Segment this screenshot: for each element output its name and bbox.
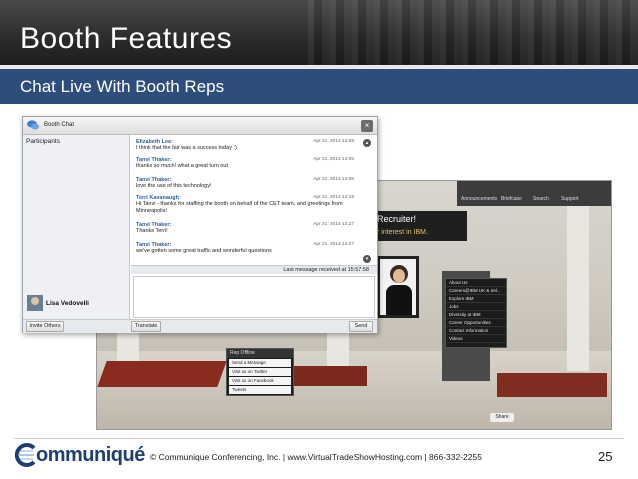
menu-item[interactable]: Jobs (446, 303, 506, 311)
participant-name[interactable]: Lisa Vedovelli (46, 300, 89, 307)
share-button[interactable]: Share (490, 413, 514, 422)
banner-line1: Recruiter! (377, 214, 417, 224)
message-text: Thanks Terri! (136, 228, 168, 234)
toolbar-announcements[interactable]: Announcements (461, 196, 497, 202)
message-text: love the use of this technology! (136, 183, 212, 189)
page-number: 25 (598, 449, 613, 464)
booth-rep-screen[interactable] (377, 256, 419, 318)
booth-menu: About Us Careers@IBM UK & Irel... Explor… (445, 278, 507, 348)
menu-item[interactable]: Career Opportunities (446, 319, 506, 327)
toolbar-support[interactable]: Support (561, 196, 579, 202)
menu-item[interactable]: Contact Information (446, 327, 506, 335)
participants-panel: Participants Lisa Vedovelli (23, 135, 130, 333)
chat-message: Elizabeth Lee: Apr 21, 2014 13:58 I thin… (136, 139, 354, 152)
message-text: Minneapolis! (136, 208, 167, 214)
rep-body (386, 285, 412, 315)
menu-item[interactable]: About Us (446, 279, 506, 287)
menu-item[interactable]: Videos (446, 335, 506, 343)
slide-subtitle: Chat Live With Booth Reps (20, 77, 225, 96)
menu-item[interactable]: Diversity at IBM (446, 311, 506, 319)
message-time: Apr 21, 2014 14:06 (313, 177, 354, 182)
message-time: Apr 21, 2014 14:06 (313, 157, 354, 162)
message-time: Apr 21, 2014 14:19 (313, 195, 354, 200)
chat-message: Terri Kavanaugh: Apr 21, 2014 14:19 Hi T… (136, 195, 354, 215)
booth-toolbar: Announcements Briefcase Search Support (457, 181, 611, 206)
send-message-link[interactable]: Send a Message (229, 359, 291, 367)
chat-message: Tanvi Thaker: Apr 21, 2014 14:27 we've g… (136, 242, 354, 255)
tweets-link[interactable]: Tweets (229, 386, 291, 394)
chat-bottom-bar: Invite Others Translate Send (23, 319, 377, 333)
send-button[interactable]: Send (349, 321, 373, 332)
invite-others-button[interactable]: Invite Others (26, 321, 64, 332)
chat-bubble-icon (27, 120, 39, 130)
message-time: Apr 21, 2014 14:27 (313, 242, 354, 247)
toolbar-briefcase[interactable]: Briefcase (501, 196, 522, 202)
booth-sofa (497, 373, 607, 397)
scroll-up-icon[interactable]: ▴ (363, 139, 371, 147)
menu-item[interactable]: Careers@IBM UK & Irel... (446, 287, 506, 295)
chat-window-title: Booth Chat (44, 122, 75, 128)
booth-chat-window: Booth Chat × Participants Lisa Vedovelli… (22, 116, 378, 333)
banner-line2: r interest in IBM. (377, 229, 428, 236)
last-message-status: Last message received at 15:57:58 (131, 265, 377, 274)
logo-wordmark: ommuniqué (36, 444, 145, 466)
message-text: thanks so much! what a great turn out (136, 163, 229, 169)
chat-message: Tanvi Thaker: Apr 21, 2014 14:06 thanks … (136, 157, 354, 170)
message-text: Hi Tanvi - thanks for staffing the booth… (136, 201, 343, 207)
recruiter-banner: Recruiter! r interest in IBM. (375, 211, 467, 241)
menu-item[interactable]: Explore IBM (446, 295, 506, 303)
message-text: we've gotten some great traffic and wond… (136, 248, 272, 254)
chat-message-list[interactable]: Elizabeth Lee: Apr 21, 2014 13:58 I thin… (131, 135, 377, 267)
avatar (27, 295, 43, 311)
rep-contact-menu: Rep Offline Send a Message Visit us on T… (226, 348, 294, 396)
twitter-link[interactable]: Visit us on Twitter (229, 368, 291, 376)
footer-divider (14, 438, 624, 439)
toolbar-search[interactable]: Search (533, 196, 549, 202)
message-text: I think that the fair was a success toda… (136, 145, 237, 151)
facebook-link[interactable]: Visit us on Facebook (229, 377, 291, 385)
chat-message-input[interactable] (133, 276, 375, 318)
booth-pillar (567, 201, 589, 371)
chat-message: Tanvi Thaker: Apr 21, 2014 14:27 Thanks … (136, 222, 354, 235)
slide-header: Booth Features (0, 0, 638, 65)
message-time: Apr 21, 2014 14:27 (313, 222, 354, 227)
message-time: Apr 21, 2014 13:58 (313, 139, 354, 144)
participants-label: Participants (26, 138, 60, 145)
communique-logo-icon (14, 443, 36, 467)
footer-contact-text: © Communique Conferencing, Inc. | www.Vi… (150, 452, 482, 462)
chat-message: Tanvi Thaker: Apr 21, 2014 14:06 love th… (136, 177, 354, 190)
header-background-image (308, 0, 638, 65)
subtitle-bar: Chat Live With Booth Reps (0, 69, 638, 104)
booth-sofa (97, 361, 227, 387)
rep-status: Rep Offline (227, 349, 293, 358)
communique-logo: ommuniqué (14, 441, 145, 469)
close-icon[interactable]: × (361, 120, 373, 132)
rep-face (393, 269, 405, 283)
slide-title: Booth Features (20, 22, 233, 55)
translate-button[interactable]: Translate (131, 321, 161, 332)
chat-titlebar[interactable]: Booth Chat × (23, 117, 377, 135)
scroll-down-icon[interactable]: ▾ (363, 255, 371, 263)
